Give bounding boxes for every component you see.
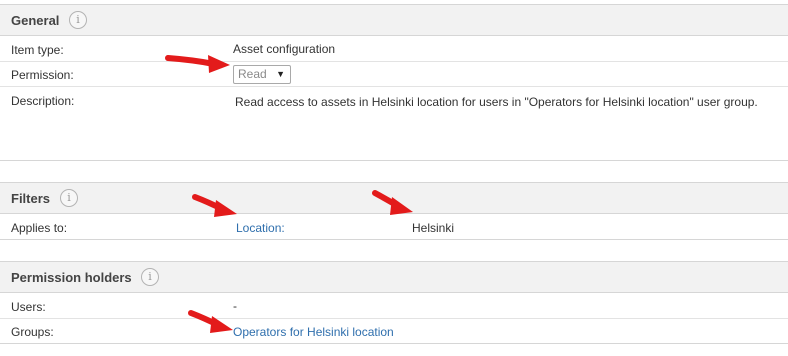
description-value: Read access to assets in Helsinki locati… [235, 95, 758, 109]
red-arrow-icon [192, 194, 237, 217]
filters-section-title: Filters [11, 191, 51, 206]
permission-holders-info-icon[interactable]: i [141, 268, 159, 286]
description-label: Description: [11, 94, 75, 108]
description-row: Description: Read access to assets in He… [0, 87, 788, 161]
users-label: Users: [11, 300, 46, 314]
groups-row: Groups: Operators for Helsinki location [0, 319, 788, 344]
item-type-value: Asset configuration [233, 42, 336, 56]
caret-down-icon: ▼ [276, 69, 285, 79]
location-filter-value: Helsinki [412, 221, 455, 235]
permission-select-value: Read [238, 67, 267, 81]
red-arrow-icon [165, 55, 230, 73]
general-info-icon[interactable]: i [69, 11, 87, 29]
permission-holders-section-header: Permission holders i [0, 261, 788, 293]
applies-to-row: Applies to: Location: Helsinki [0, 215, 788, 240]
general-section-header: General i [0, 4, 788, 36]
red-arrow-icon [188, 310, 233, 333]
item-type-label: Item type: [11, 43, 64, 57]
permission-label: Permission: [11, 68, 74, 82]
permission-select[interactable]: Read ▼ [233, 65, 291, 84]
filters-info-icon[interactable]: i [60, 189, 78, 207]
permission-holders-section-title: Permission holders [11, 270, 132, 285]
location-filter-link[interactable]: Location: [236, 221, 285, 235]
groups-label: Groups: [11, 325, 54, 339]
general-section-title: General [11, 13, 60, 28]
groups-link[interactable]: Operators for Helsinki location [233, 325, 394, 339]
permission-row: Permission: Read ▼ [0, 62, 788, 87]
item-type-row: Item type: Asset configuration [0, 37, 788, 62]
applies-to-label: Applies to: [11, 221, 68, 235]
users-row: Users: - [0, 294, 788, 319]
red-arrow-icon [372, 190, 413, 215]
